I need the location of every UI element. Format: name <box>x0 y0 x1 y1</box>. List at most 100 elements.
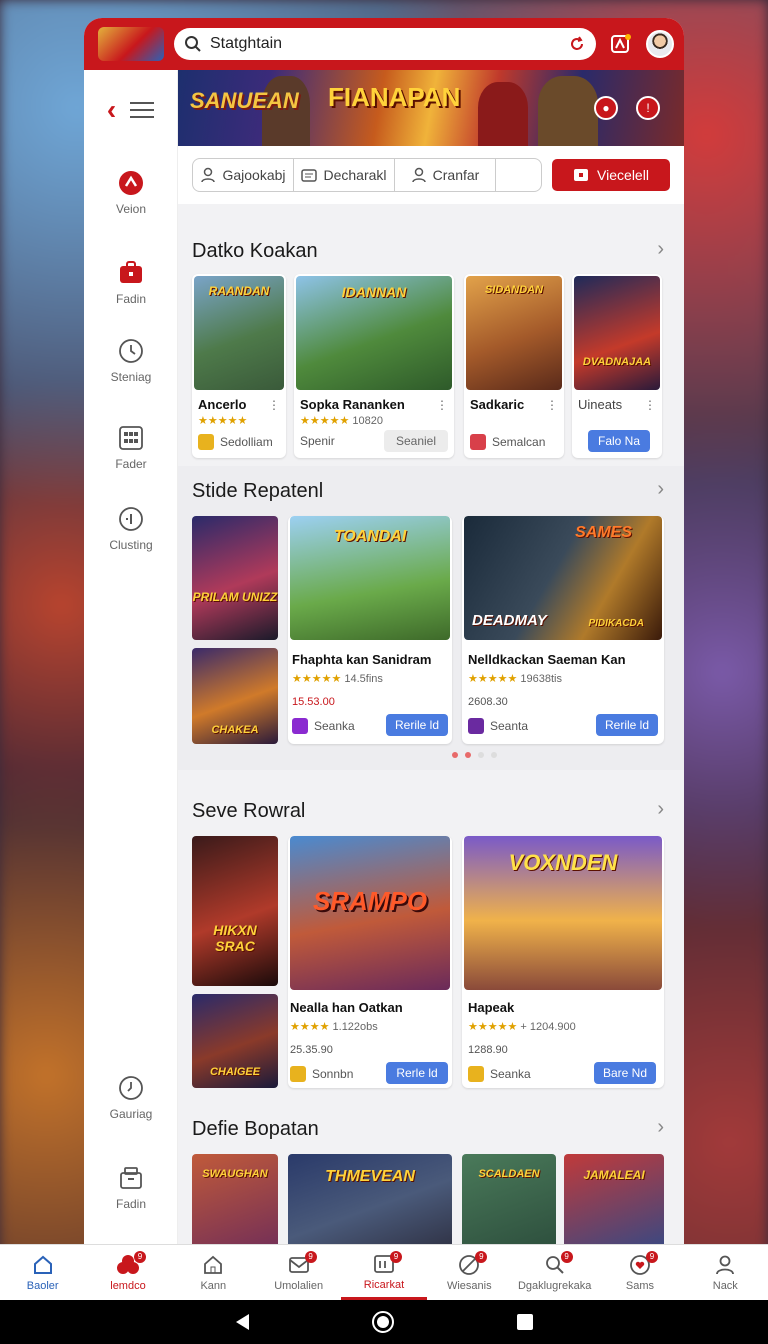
game-art[interactable]: THMEVEAN <box>288 1154 452 1244</box>
more-options-icon[interactable]: ⋮ <box>546 398 558 412</box>
banner-left-title: SANUEAN <box>190 88 299 113</box>
filter-tab-empty[interactable] <box>496 159 541 191</box>
bottom-nav-label: Kann <box>200 1280 227 1292</box>
game-art[interactable]: SCALDAEN <box>462 1154 556 1244</box>
poster-title: CHAIGEE <box>209 1066 261 1078</box>
briefcase-icon <box>118 260 144 286</box>
notification-badge: 9 <box>560 1251 573 1263</box>
game-footer: Seanka <box>468 1066 531 1082</box>
poster[interactable]: PRILAM UNIZZ <box>192 516 278 640</box>
bottom-nav-item-baoler[interactable]: Baoler <box>0 1245 85 1300</box>
person-icon <box>713 1253 737 1277</box>
back-triangle-icon[interactable] <box>233 1312 251 1332</box>
game-card[interactable]: VOXNDEN Hapeak ★★★★★ + 1204.900 1288.90 … <box>462 836 664 1088</box>
game-card[interactable]: SIDANDAN Sadkaric Semalcan ⋮ <box>464 274 564 458</box>
carousel-dots[interactable] <box>452 752 497 758</box>
bottom-nav-label: Ricarkat <box>363 1278 405 1291</box>
chevron-right-icon[interactable]: › <box>657 238 664 261</box>
game-action-button[interactable]: Rerile ld <box>596 714 658 736</box>
banner-record-icon[interactable]: ● <box>594 96 618 120</box>
poster-title: HIKXN SRAC <box>213 922 257 954</box>
bottom-nav-item-ricarkat[interactable]: 9 Ricarkat <box>341 1245 427 1300</box>
section-title: Defie Bopatan <box>192 1118 319 1140</box>
side-nav-item-clusting[interactable]: Clusting <box>84 506 178 552</box>
app-logo[interactable] <box>98 27 164 61</box>
recents-square-icon[interactable] <box>515 1312 535 1332</box>
bottom-nav-item-umolalien[interactable]: 9 Umolalien <box>256 1245 341 1300</box>
more-options-icon[interactable]: ⋮ <box>268 398 280 412</box>
game-rating: ★★★★★ + 1204.900 <box>468 1021 576 1033</box>
filter-tab-2[interactable]: Decharakl <box>294 159 395 191</box>
bottom-nav: Baoler 9 lemdco Kann 9 Umolalien 9 Ricar… <box>0 1244 768 1300</box>
game-card[interactable]: SRAMPO Nealla han Oatkan ★★★★ 1.122obs 2… <box>288 836 452 1088</box>
notification-badge: 9 <box>645 1251 658 1263</box>
game-price: 2608.30 <box>468 696 508 708</box>
side-nav-item-fader[interactable]: Fader <box>84 425 178 471</box>
game-art-title: THMEVEAN <box>325 1168 415 1185</box>
game-card[interactable]: TOANDAI Fhaphta kan Sanidram ★★★★★ 14.5f… <box>288 516 452 744</box>
game-publisher: Sedolliam <box>220 435 273 449</box>
filter-tab-1[interactable]: Gajookabj <box>193 159 294 191</box>
game-card[interactable]: DVADNAJAA Uineats Falo Na ⋮ <box>572 274 662 458</box>
side-nav-item-veion[interactable]: Veion <box>84 170 178 216</box>
chevron-right-icon[interactable]: › <box>657 798 664 821</box>
view-all-button[interactable]: Viecelell <box>552 159 670 191</box>
side-nav-item-steniag[interactable]: Steniag <box>84 338 178 384</box>
game-art-title: IDANNAN <box>341 284 407 300</box>
side-nav-item-fadin[interactable]: Fadin <box>84 260 178 306</box>
section-defie-bopatan: Defie Bopatan › SWAUGHAN THMEVEAN SCALDA… <box>178 1088 684 1244</box>
game-art: VOXNDEN <box>464 836 662 990</box>
side-nav-item-fadin-2[interactable]: Fadin <box>84 1165 178 1211</box>
notification-badge: 9 <box>304 1251 317 1263</box>
game-title: Uineats <box>578 397 623 412</box>
filter-tab-3[interactable]: Cranfar <box>395 159 496 191</box>
avatar[interactable] <box>646 30 674 58</box>
game-card[interactable]: DEADMAY SAMES PIDIKACDA Nelldkackan Saem… <box>462 516 664 744</box>
poster[interactable]: CHAKEA <box>192 648 278 744</box>
game-rating: ★★★★★ <box>198 415 248 427</box>
poster[interactable]: HIKXN SRAC <box>192 836 278 986</box>
bottom-nav-item-dgaklugrekaka[interactable]: 9 Dgaklugrekaka <box>512 1245 597 1300</box>
refresh-icon[interactable] <box>568 35 586 53</box>
bottom-nav-item-lemdco[interactable]: 9 lemdco <box>85 1245 170 1300</box>
chevron-right-icon[interactable]: › <box>657 1116 664 1139</box>
notification-icon[interactable] <box>606 29 636 59</box>
bottom-nav-item-wiesanis[interactable]: 9 Wiesanis <box>427 1245 512 1300</box>
game-action-button[interactable]: Rerile ld <box>386 714 448 736</box>
bottom-nav-label: Dgaklugrekaka <box>517 1280 592 1292</box>
more-options-icon[interactable]: ⋮ <box>436 398 448 412</box>
game-card[interactable]: IDANNAN Sopka Rananken ★★★★★ 10820 Speni… <box>294 274 454 458</box>
poster[interactable]: CHAIGEE <box>192 994 278 1088</box>
side-nav-label: Clusting <box>109 538 153 552</box>
more-options-icon[interactable]: ⋮ <box>644 398 656 412</box>
home-circle-icon[interactable] <box>371 1310 395 1334</box>
search-input[interactable]: Statghtain <box>210 35 560 53</box>
banner-info-icon[interactable]: ! <box>636 96 660 120</box>
game-action-button[interactable]: Bare Nd <box>594 1062 656 1084</box>
back-chevron-icon[interactable]: ‹ <box>107 94 116 126</box>
game-footer: Seanta <box>468 718 528 734</box>
top-bar: Statghtain <box>84 18 684 70</box>
bottom-nav-label: Umolalien <box>274 1280 324 1292</box>
filter-tab-label: Gajookabj <box>222 167 286 183</box>
hero-banner[interactable]: SANUEAN FIANAPAN ● ! <box>178 70 684 146</box>
game-art[interactable]: JAMALEAI <box>564 1154 664 1244</box>
game-art-title: SCALDAEN <box>478 1168 540 1180</box>
game-action-button[interactable]: Seaniel <box>384 430 448 452</box>
warning-icon <box>118 170 144 196</box>
hamburger-menu-icon[interactable] <box>130 102 155 118</box>
user-icon <box>201 167 216 183</box>
search-bar[interactable]: Statghtain <box>174 28 596 60</box>
bottom-nav-label: Baoler <box>26 1280 59 1292</box>
bottom-nav-item-sams[interactable]: 9 Sams <box>597 1245 682 1300</box>
side-nav-item-gauriag[interactable]: Gauriag <box>84 1075 178 1121</box>
game-card[interactable]: RAANDAN Ancerlo ★★★★★ Sedolliam ⋮ <box>192 274 286 458</box>
game-art-title: TOANDAI <box>333 528 407 545</box>
bottom-nav-item-kann[interactable]: Kann <box>171 1245 256 1300</box>
publisher-icon <box>468 718 484 734</box>
game-action-button[interactable]: Rerle ld <box>386 1062 448 1084</box>
chevron-right-icon[interactable]: › <box>657 478 664 501</box>
game-action-button[interactable]: Falo Na <box>588 430 650 452</box>
bottom-nav-item-nack[interactable]: Nack <box>683 1245 768 1300</box>
game-art[interactable]: SWAUGHAN <box>192 1154 278 1244</box>
